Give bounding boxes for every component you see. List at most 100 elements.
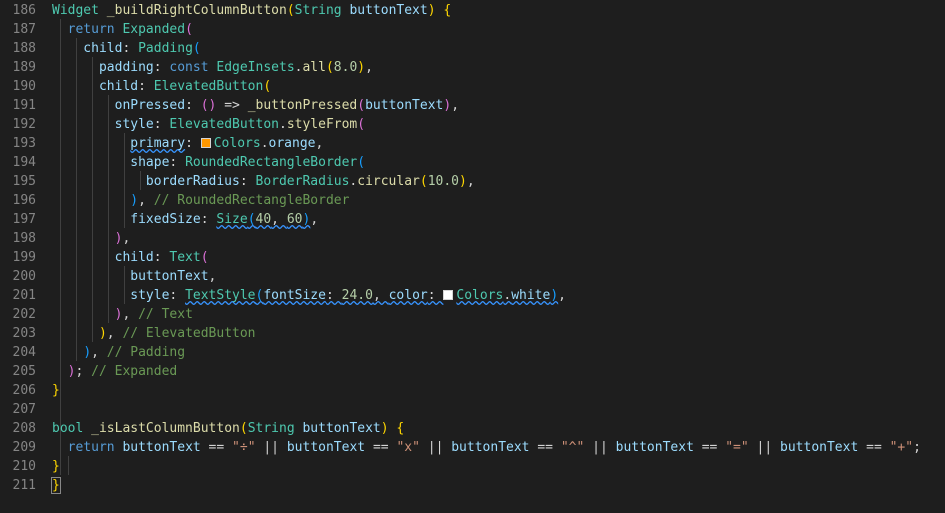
line-number: 197 [12, 212, 36, 227]
code-token: || [748, 440, 781, 455]
code-line[interactable]: 202 ), // Text [0, 305, 945, 324]
code-text: fixedSize: Size(40, 60), [52, 210, 318, 229]
code-token: ( [357, 98, 366, 113]
code-line[interactable]: 205 ); // Expanded [0, 362, 945, 381]
code-line[interactable]: 211} [0, 476, 945, 495]
code-token: white [511, 288, 551, 303]
code-token: : [325, 288, 342, 303]
code-line[interactable]: 208 bool _isLastColumnButton(String butto… [0, 419, 945, 438]
code-line[interactable]: 197 fixedSize: Size(40, 60), [0, 210, 945, 229]
code-token: orange [268, 136, 316, 151]
code-line[interactable]: 209 return buttonText == "÷" || buttonTe… [0, 438, 945, 457]
code-token: ( [247, 212, 256, 227]
code-line[interactable]: 193 primary: Colors.orange, [0, 134, 945, 153]
code-line[interactable]: 200 buttonText, [0, 267, 945, 286]
code-editor[interactable]: 186 Widget _buildRightColumnButton(String… [0, 0, 945, 513]
code-token: buttonText [302, 421, 381, 436]
code-token: ; [75, 364, 92, 379]
code-text: ), // Padding [52, 343, 185, 362]
code-line[interactable]: 191 onPressed: () => _buttonPressed(butt… [0, 96, 945, 115]
code-token: ( [185, 22, 193, 37]
code-line[interactable]: 198 ), [0, 229, 945, 248]
code-line[interactable]: 190 child: ElevatedButton( [0, 77, 945, 96]
code-token: Expanded [122, 22, 186, 37]
code-token: color [388, 288, 428, 303]
code-token: String [294, 3, 342, 18]
code-token: buttonText [349, 3, 428, 18]
code-token: buttonText [615, 440, 694, 455]
code-line[interactable]: 189 padding: const EdgeInsets.all(8.0), [0, 58, 945, 77]
code-line[interactable]: 186 Widget _buildRightColumnButton(String… [0, 1, 945, 20]
code-token: return [52, 22, 123, 37]
code-token: ) [357, 60, 366, 75]
code-token: } [52, 459, 60, 474]
code-token: : [200, 212, 217, 227]
code-line[interactable]: 195 borderRadius: BorderRadius.circular(… [0, 172, 945, 191]
code-token: == [858, 440, 890, 455]
code-line[interactable]: 201 style: TextStyle(fontSize: 24.0, col… [0, 286, 945, 305]
code-token: , [208, 269, 217, 284]
code-token: ( [200, 250, 209, 265]
code-token: : [239, 174, 256, 189]
line-number: 201 [12, 288, 36, 303]
line-number: 211 [12, 478, 36, 493]
code-token: 10.0 [427, 174, 460, 189]
code-token: borderRadius [52, 174, 240, 189]
code-line[interactable]: 210} [0, 457, 945, 476]
code-line[interactable]: 194 shape: RoundedRectangleBorder( [0, 153, 945, 172]
code-line[interactable]: 188 child: Padding( [0, 39, 945, 58]
code-token: fixedSize [52, 212, 201, 227]
code-line[interactable]: 192 style: ElevatedButton.styleFrom( [0, 115, 945, 134]
code-line[interactable]: 206} [0, 381, 945, 400]
line-number: 195 [12, 174, 36, 189]
code-line[interactable]: 203 ), // ElevatedButton [0, 324, 945, 343]
line-number: 194 [12, 155, 36, 170]
code-token: ) [83, 345, 92, 360]
code-token: , [310, 212, 319, 227]
code-token: Widget [52, 3, 99, 18]
code-token: . [260, 136, 269, 151]
line-number: 188 [12, 41, 36, 56]
color-swatch-icon[interactable] [443, 290, 454, 300]
color-swatch-icon[interactable] [200, 138, 211, 148]
code-line[interactable]: 204 ), // Padding [0, 343, 945, 362]
code-line[interactable]: 196 ), // RoundedRectangleBorder [0, 191, 945, 210]
code-token: == [365, 440, 397, 455]
code-text: ), // Text [52, 305, 193, 324]
code-text: ), // RoundedRectangleBorder [52, 191, 349, 210]
line-number: 200 [12, 269, 36, 284]
line-number: 210 [12, 459, 36, 474]
code-text: child: Padding( [52, 39, 200, 58]
code-line[interactable]: 199 child: Text( [0, 248, 945, 267]
code-token: "÷" [232, 440, 256, 455]
code-line[interactable]: 187 return Expanded( [0, 20, 945, 39]
code-token: } [51, 477, 61, 494]
code-token: , [122, 231, 131, 246]
code-token: ; [913, 440, 921, 455]
code-token: 60 [286, 212, 303, 227]
code-token: _buttonPressed [247, 98, 358, 113]
code-token: . [278, 117, 287, 132]
code-token: ) [130, 193, 139, 208]
code-line[interactable]: 207 [0, 400, 945, 419]
code-token: ( [286, 3, 295, 18]
code-token: ( [239, 421, 248, 436]
code-token: ) [550, 288, 559, 303]
code-token: { [443, 3, 452, 18]
code-token: BorderRadius [255, 174, 350, 189]
code-token: "x" [396, 440, 420, 455]
code-token: ) [380, 421, 389, 436]
code-text: shape: RoundedRectangleBorder( [52, 153, 365, 172]
code-text: primary: Colors.orange, [52, 134, 323, 153]
code-token: onPressed [52, 98, 186, 113]
code-text: onPressed: () => _buttonPressed(buttonTe… [52, 96, 459, 115]
code-token: child [52, 41, 123, 56]
code-token: , [91, 345, 107, 360]
code-token: styleFrom [286, 117, 358, 132]
line-number: 207 [12, 402, 36, 417]
